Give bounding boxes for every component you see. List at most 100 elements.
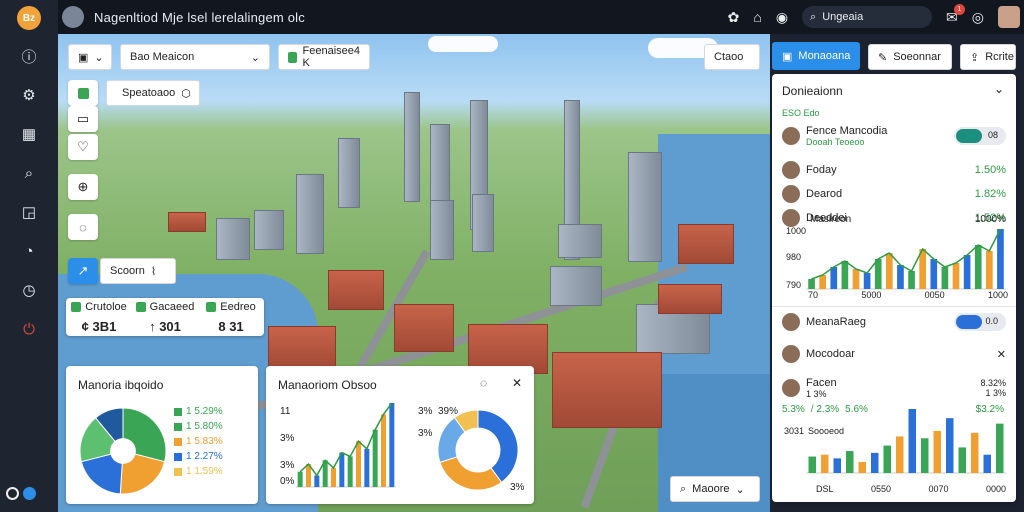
info-icon[interactable]: ⓘ xyxy=(16,43,42,69)
office-block xyxy=(558,224,602,258)
stat-prefix: 8 xyxy=(218,318,226,334)
bar xyxy=(331,467,336,487)
search-icon[interactable]: ⌕ xyxy=(16,160,42,186)
person-pct: 1 3% xyxy=(985,388,1006,398)
toggle-dark-mode-icon[interactable] xyxy=(6,487,19,500)
stat-item: Eedreo 8 31 xyxy=(198,298,264,336)
person-toggle[interactable]: 0.0 xyxy=(954,313,1006,331)
right-bar-chart xyxy=(806,228,1006,290)
help-icon[interactable] xyxy=(23,487,36,500)
gear-icon[interactable]: ⚙ xyxy=(16,82,42,108)
user-avatar[interactable] xyxy=(998,6,1020,28)
list-item[interactable]: Fence Mancodia Dooah Teoeoo 08 xyxy=(782,124,1006,148)
list-item[interactable]: Facen 1 3% 8.32% 1 3% xyxy=(782,376,1006,400)
stat-label: Eedreo xyxy=(220,300,256,313)
sub-layer-button[interactable]: Speatoaoo ⬡ xyxy=(106,80,200,106)
app-window: Bz ⓘ ⚙ ▦ ⌕ ◲ ◔ ◷ ⏻ Nagenltiod Mje lsel lerelali… xyxy=(0,0,1024,512)
close-icon[interactable]: ✕ xyxy=(512,376,522,390)
list-item[interactable]: Foday 1.50% xyxy=(782,158,1006,182)
list-item[interactable]: Mocodoar ✕ xyxy=(782,342,1006,366)
clock-icon[interactable]: ◷ xyxy=(16,277,42,303)
monitor-button-label: Monaoana xyxy=(798,50,851,62)
view-select[interactable]: Bao Meaicon ⌄ xyxy=(120,44,270,70)
avatar xyxy=(782,127,800,145)
power-icon[interactable]: ⏻ xyxy=(16,316,42,342)
chevron-down-icon[interactable]: ⌄ xyxy=(994,82,1004,96)
person-name: Dearod xyxy=(806,188,843,200)
monitoring-panel: Manaoriom Obsoo ◌ ✕ 11 3% 3% 0% 3% 39% 3… xyxy=(266,366,534,504)
monitor-button[interactable]: ▣ Monaoana xyxy=(772,42,860,70)
pie-center xyxy=(110,438,136,464)
office-tower xyxy=(338,138,360,208)
app-logo[interactable]: Bz xyxy=(17,6,41,30)
y-tick: 3% xyxy=(280,433,295,444)
notifications-icon[interactable]: ✉ 1 xyxy=(946,3,965,26)
legend-label: 1 5.29% xyxy=(186,406,223,417)
office-tower xyxy=(628,152,662,262)
camera-icon[interactable]: ◉ xyxy=(776,9,788,26)
info-icon[interactable]: ◌ xyxy=(480,376,487,390)
search-input[interactable]: ⌕ Ungeaia xyxy=(802,6,933,28)
report-button[interactable]: ⇪ Rcrite xyxy=(960,44,1016,70)
office-block xyxy=(254,210,284,250)
distribution-pie-chart xyxy=(79,407,167,495)
chat-icon[interactable]: ◔ xyxy=(16,238,42,264)
comment-icon[interactable]: ◌ xyxy=(68,214,98,240)
person-toggle[interactable]: 08 xyxy=(954,127,1006,145)
x-tick: 70 xyxy=(808,290,819,300)
y-tick: 3% xyxy=(280,460,295,471)
legend-swatch xyxy=(174,422,182,431)
avatar xyxy=(782,161,800,179)
bar xyxy=(871,452,879,473)
bar xyxy=(347,456,353,487)
stat-item: Crutoloe ¢ 3B1 xyxy=(66,298,132,336)
search-icon: ⌕ xyxy=(680,482,687,495)
pie-legend: 1 5.29% 1 5.80% 1 5.83% 1 2.27% 1 1.59% xyxy=(174,406,223,477)
puzzle-icon[interactable]: ✿ xyxy=(728,9,740,26)
page-title: Nagenltiod Mje lsel lerelalingem olc xyxy=(94,9,305,25)
chevron-down-icon: ⌄ xyxy=(735,483,745,496)
bar xyxy=(883,445,891,473)
chart-icon[interactable]: ◲ xyxy=(16,199,42,225)
monitoring-bar-chart xyxy=(296,402,396,488)
share-button[interactable]: Scoorn ⌇ xyxy=(100,258,176,284)
save-icon[interactable]: ▭ xyxy=(68,106,98,132)
cloud xyxy=(428,36,498,52)
list-item[interactable]: Dearod 1.82% xyxy=(782,182,1006,206)
y-ticks: 11 3% 3% xyxy=(280,406,294,471)
panel-title: Manaoriom Obsoo xyxy=(278,378,377,392)
bar xyxy=(933,430,941,473)
legend-swatch xyxy=(174,407,182,416)
add-layer-icon[interactable] xyxy=(68,80,98,106)
calendar-icon[interactable]: ▦ xyxy=(16,121,42,147)
avatar xyxy=(782,185,800,203)
topbar: Nagenltiod Mje lsel lerelalingem olc ✿ ⌂… xyxy=(58,0,1024,34)
trend-line xyxy=(299,402,393,477)
avatar xyxy=(782,209,800,227)
sensor-button[interactable]: ✎ Soeonnar xyxy=(868,44,952,70)
map-search-button[interactable]: ⌕ Maoore ⌄ xyxy=(670,476,760,502)
notification-badge: 1 xyxy=(953,3,965,15)
bar xyxy=(841,261,849,289)
close-icon[interactable]: ✕ xyxy=(997,348,1006,361)
list-item[interactable]: MeanaRaeg 0.0 xyxy=(782,310,1006,334)
layers-button[interactable]: ▣ ⌄ xyxy=(68,44,112,70)
panel-title: Manoria ibqoido xyxy=(78,378,164,392)
shield-icon: ⬡ xyxy=(181,87,191,100)
tag-button[interactable]: Feenaisee4 K xyxy=(278,44,370,70)
bar xyxy=(997,229,1004,289)
avatar[interactable] xyxy=(62,6,84,28)
zoom-icon[interactable]: ⊕ xyxy=(68,174,98,200)
favorite-icon[interactable]: ♡ xyxy=(68,134,98,160)
skyscraper xyxy=(404,92,420,202)
legend-swatch xyxy=(174,452,182,461)
bar xyxy=(897,265,904,289)
home-icon[interactable]: ⌂ xyxy=(753,9,761,25)
share-icon[interactable]: ↗ xyxy=(68,258,98,284)
bar xyxy=(364,448,370,487)
layers-icon: ▣ xyxy=(78,51,89,64)
person-name: Mocodoar xyxy=(806,348,855,360)
map-mode-button[interactable]: Ctaoo xyxy=(704,44,760,70)
settings-icon[interactable]: ◎ xyxy=(972,9,984,26)
person-name: Fence Mancodia xyxy=(806,125,888,137)
